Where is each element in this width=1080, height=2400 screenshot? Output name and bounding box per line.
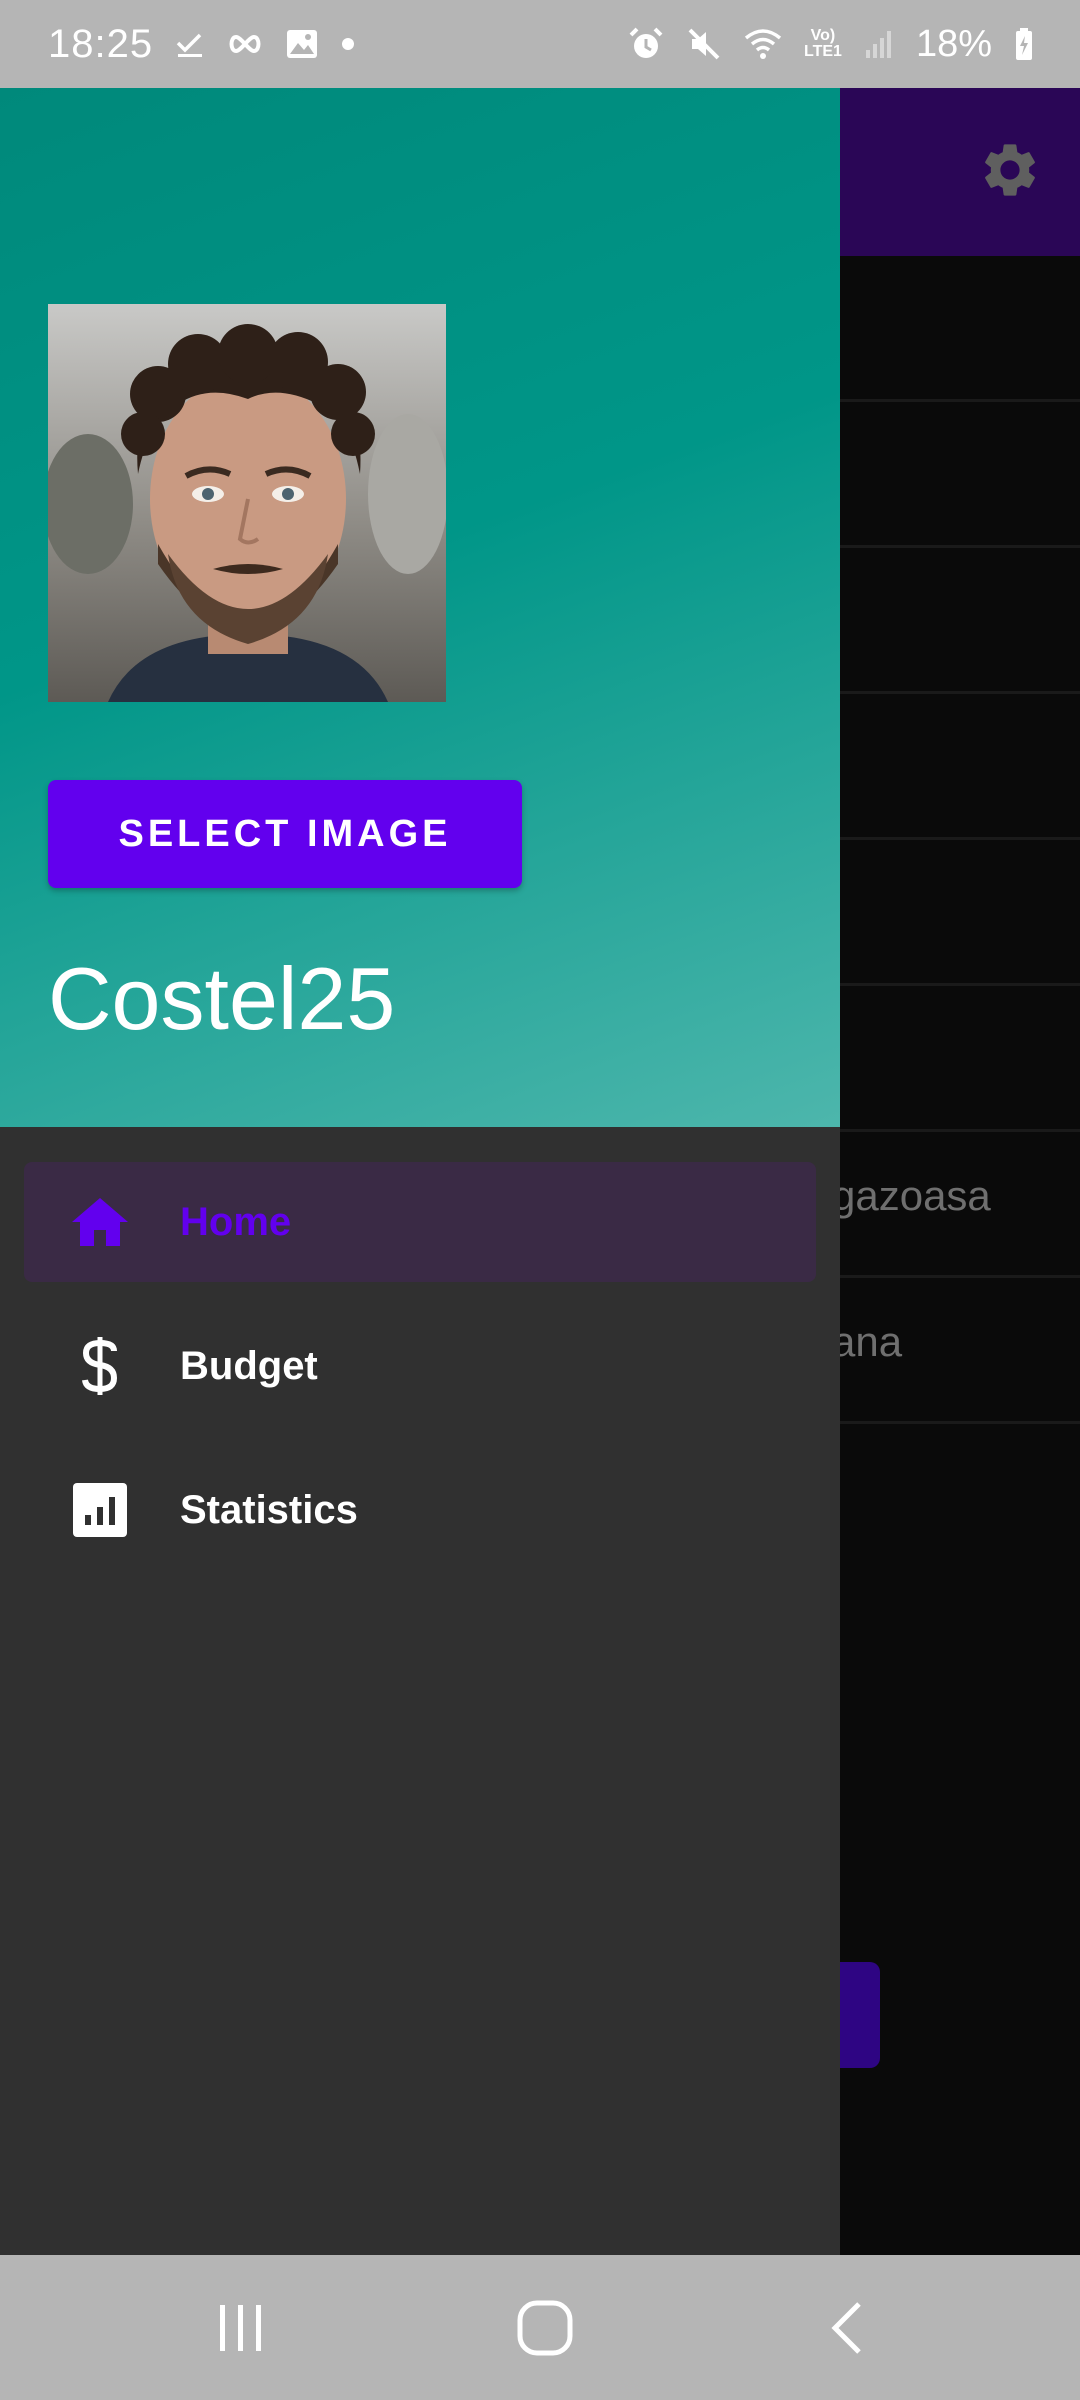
battery-icon bbox=[1014, 27, 1034, 61]
back-icon[interactable] bbox=[812, 2293, 882, 2363]
dollar-icon bbox=[70, 1336, 130, 1396]
status-bar: 18:25 Vo) LTE1 18% bbox=[0, 0, 1080, 88]
battery-percent: 18% bbox=[915, 22, 992, 65]
avatar bbox=[48, 304, 446, 702]
check-download-icon bbox=[175, 29, 205, 59]
drawer-item-budget[interactable]: Budget bbox=[24, 1306, 816, 1426]
list-item-text: gazoasa bbox=[832, 1172, 991, 1219]
status-time: 18:25 bbox=[48, 21, 154, 66]
drawer-item-label: Home bbox=[180, 1200, 292, 1244]
home-icon bbox=[70, 1192, 130, 1252]
home-circle-icon[interactable] bbox=[510, 2293, 580, 2363]
drawer-header: SELECT IMAGE Costel25 bbox=[0, 88, 840, 1127]
drawer-item-label: Statistics bbox=[180, 1488, 358, 1532]
system-navigation-bar bbox=[0, 2255, 1080, 2400]
gallery-icon bbox=[285, 28, 319, 60]
infinity-icon bbox=[227, 32, 263, 56]
volte-bottom-label: LTE1 bbox=[804, 43, 842, 60]
drawer-item-statistics[interactable]: Statistics bbox=[24, 1450, 816, 1570]
signal-icon bbox=[864, 28, 894, 60]
list-item-text: ana bbox=[832, 1318, 903, 1365]
drawer-item-home[interactable]: Home bbox=[24, 1162, 816, 1282]
statistics-icon bbox=[70, 1480, 130, 1540]
alarm-icon bbox=[628, 26, 664, 62]
gear-icon[interactable] bbox=[978, 138, 1042, 202]
volte-lte-icon: Vo) LTE1 bbox=[804, 28, 842, 60]
drawer-item-label: Budget bbox=[180, 1344, 318, 1388]
recent-apps-icon[interactable] bbox=[206, 2293, 276, 2363]
dot-icon bbox=[341, 37, 355, 51]
mute-icon bbox=[686, 26, 722, 62]
wifi-icon bbox=[744, 28, 782, 60]
volte-top-label: Vo) bbox=[810, 27, 836, 44]
navigation-drawer: SELECT IMAGE Costel25 Home Budget Statis… bbox=[0, 88, 840, 2255]
select-image-button[interactable]: SELECT IMAGE bbox=[48, 780, 522, 888]
username: Costel25 bbox=[48, 949, 396, 1048]
